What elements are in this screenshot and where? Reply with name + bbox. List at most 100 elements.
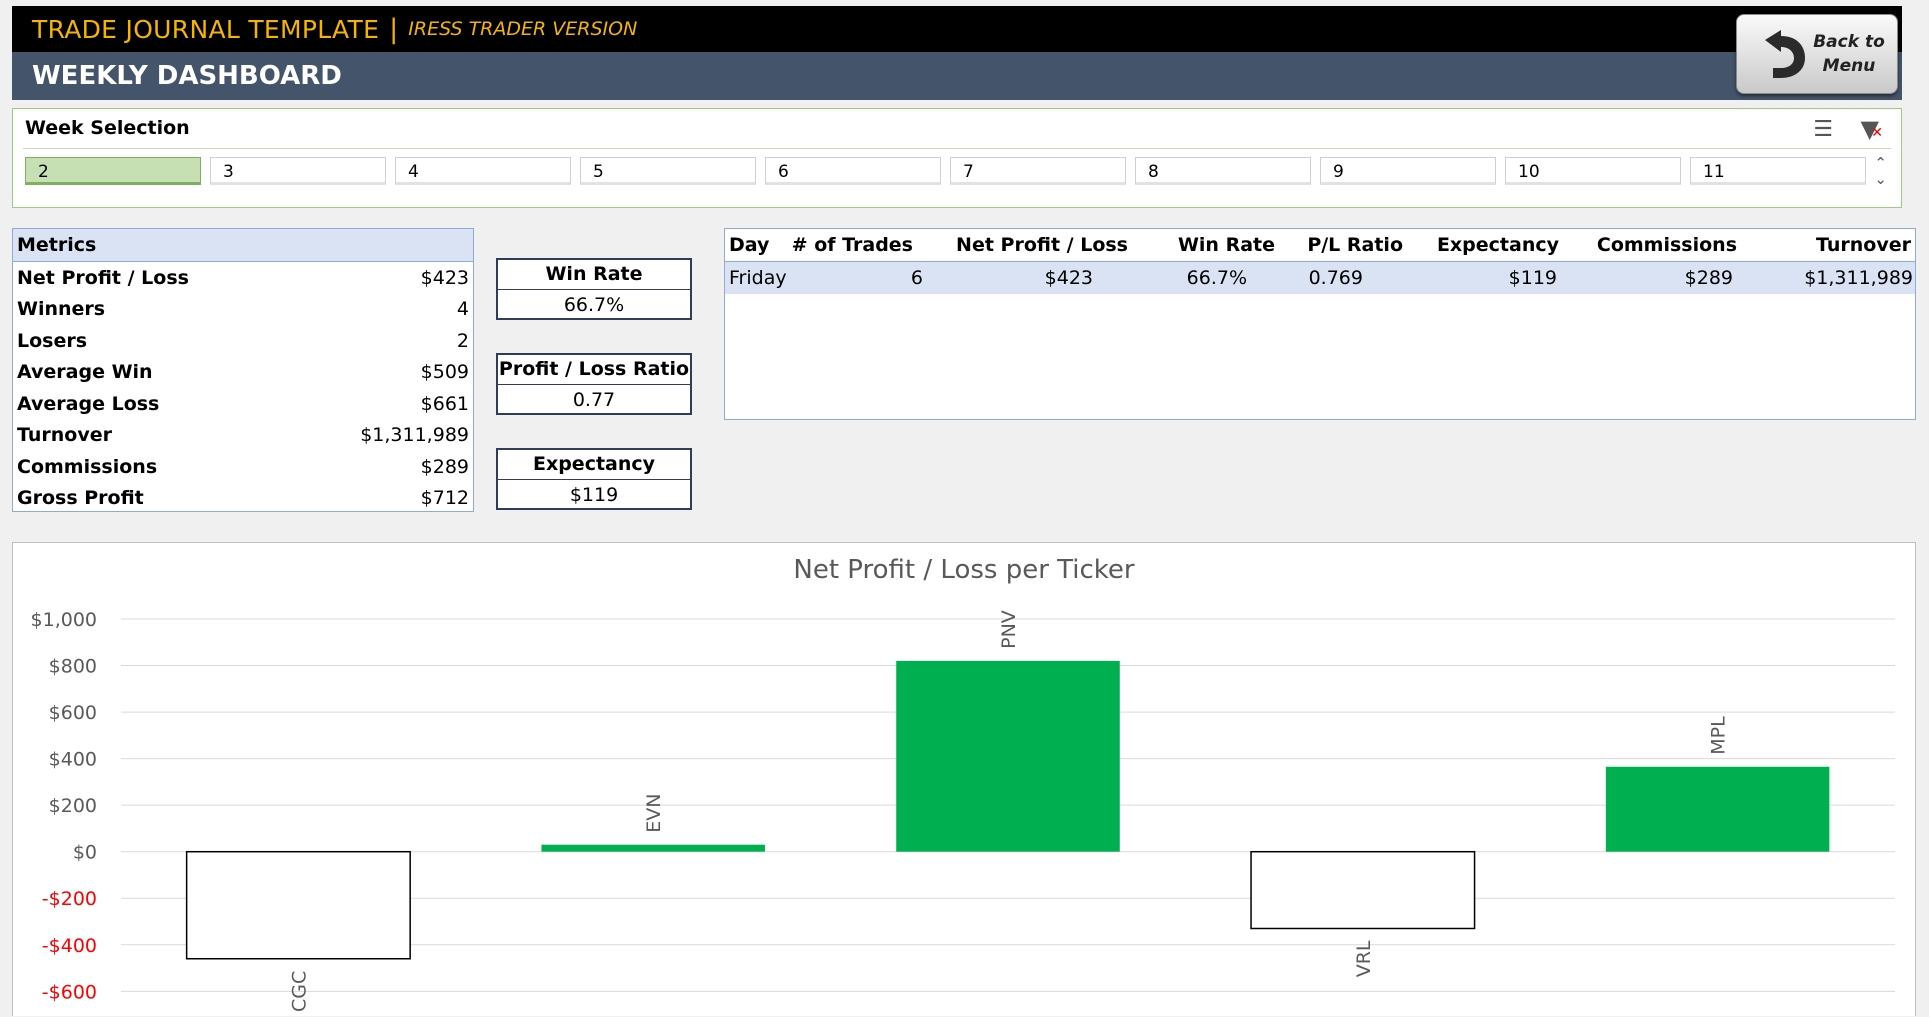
metric-label: Winners [17, 298, 106, 321]
day-table-col-header: Expectancy [1436, 234, 1559, 256]
metric-row: Net Profit / Loss $423 [13, 262, 473, 294]
net-profit-chart: $1,000 $800 $600 $400 $200 $0 -$200 -$400 -$600 C… [31, 609, 1895, 1012]
win-rate-card: Win Rate 66.7% [496, 258, 692, 320]
header-page-bar: WEEKLY DASHBOARD [12, 52, 1902, 100]
clear-filter-icon[interactable]: ▼ ✕ [1861, 115, 1883, 143]
expectancy-label: Expectancy [498, 450, 690, 480]
expectancy-value: $119 [569, 484, 619, 506]
table-cell: $119 [1508, 267, 1557, 289]
back-arrow-icon [1765, 30, 1805, 78]
metric-value: $661 [420, 392, 469, 415]
page-title: WEEKLY DASHBOARD [32, 61, 342, 91]
table-cell: $289 [1684, 267, 1733, 289]
y-tick-label: $200 [49, 795, 97, 817]
metric-value: $423 [420, 266, 469, 289]
metric-value: 2 [456, 329, 469, 352]
table-cell: $423 [1044, 267, 1093, 289]
bar-evn [541, 844, 765, 852]
bar-pnv [896, 660, 1120, 852]
expectancy-card: Expectancy $119 [496, 448, 692, 510]
day-table-col-header: Turnover [1816, 234, 1911, 256]
scroll-up-icon[interactable]: ⌃ [1874, 155, 1887, 171]
table-cell: 66.7% [1186, 267, 1247, 289]
y-tick-label: -$600 [42, 981, 97, 1003]
metric-value: $1,311,989 [360, 424, 469, 447]
back-to-menu-button[interactable]: Back to Menu [1736, 14, 1898, 94]
bar-label: CGC [288, 971, 310, 1012]
bar-vrl [1250, 850, 1476, 930]
y-tick-label: $0 [73, 842, 97, 864]
week-selection-slicer: Week Selection ☰ ▼ ✕ 2 3 4 5 6 7 8 9 10 11 ⌃ ⌄ [12, 108, 1902, 208]
table-cell: $1,311,989 [1804, 267, 1913, 289]
app-subtitle: IRESS TRADER VERSION [408, 18, 638, 40]
metric-row: Gross Profit $712 [13, 483, 473, 515]
table-row: Friday 6 $423 66.7% 0.769 $119 $289 $1,311,989 [725, 262, 1915, 294]
slicer-divider [23, 148, 1891, 149]
metric-row: Commissions $289 [13, 451, 473, 483]
pl-ratio-card: Profit / Loss Ratio 0.77 [496, 353, 692, 415]
day-table-col-header: Commissions [1596, 234, 1737, 256]
table-cell: 0.769 [1308, 267, 1363, 289]
metric-row: Losers 2 [13, 325, 473, 357]
day-table-col-header: # of Trades [791, 234, 913, 256]
week-item-10[interactable]: 10 [1505, 157, 1681, 185]
y-tick-label: $1,000 [31, 609, 97, 631]
y-tick-label: $800 [49, 656, 97, 678]
y-tick-label: $600 [49, 702, 97, 724]
slicer-title: Week Selection [25, 117, 190, 139]
metric-value: $289 [420, 455, 469, 478]
week-item-4[interactable]: 4 [395, 157, 571, 185]
day-summary-table: Day # of Trades Net Profit / Loss Win Rate P… [724, 228, 1916, 420]
week-item-3[interactable]: 3 [210, 157, 386, 185]
bar-label: PNV [998, 610, 1020, 649]
metric-label: Net Profit / Loss [17, 266, 189, 289]
win-rate-label: Win Rate [498, 260, 690, 290]
app-title: TRADE JOURNAL TEMPLATE [32, 14, 380, 44]
metric-value: $509 [420, 361, 469, 384]
slicer-scroll-arrows[interactable]: ⌃ ⌄ [1874, 155, 1887, 187]
metric-row: Average Loss $661 [13, 388, 473, 420]
week-item-6[interactable]: 6 [765, 157, 941, 185]
week-item-11[interactable]: 11 [1690, 157, 1866, 185]
week-item-2[interactable]: 2 [25, 157, 201, 185]
day-table-header: Day # of Trades Net Profit / Loss Win Rate P… [725, 229, 1915, 262]
week-item-9[interactable]: 9 [1320, 157, 1496, 185]
day-table-col-header: Win Rate [1177, 234, 1275, 256]
week-item-7[interactable]: 7 [950, 157, 1126, 185]
metric-label: Losers [17, 329, 88, 352]
bar-mpl [1605, 766, 1830, 852]
scroll-down-icon[interactable]: ⌄ [1874, 171, 1887, 187]
metric-label: Average Loss [17, 392, 160, 415]
bar-label: EVN [643, 794, 665, 833]
metric-label: Commissions [17, 455, 158, 478]
metric-label: Average Win [17, 361, 153, 384]
day-table-col-header: Net Profit / Loss [956, 234, 1128, 256]
back-to-menu-label: Back to Menu [1813, 32, 1885, 76]
week-item-5[interactable]: 5 [580, 157, 756, 185]
metric-value: $712 [420, 487, 469, 510]
win-rate-value: 66.7% [563, 294, 625, 316]
y-tick-label: $400 [49, 749, 97, 771]
metric-value: 4 [456, 298, 469, 321]
bar-cgc [185, 850, 411, 960]
metric-row: Average Win $509 [13, 357, 473, 389]
metric-label: Turnover [17, 424, 112, 447]
chart-container: Net Profit / Loss per Ticker $1,000 $800 $… [12, 542, 1916, 1016]
metric-label: Gross Profit [17, 487, 144, 510]
header-title-bar: TRADE JOURNAL TEMPLATE | IRESS TRADER VE… [12, 6, 1902, 52]
pl-ratio-label: Profit / Loss Ratio [498, 355, 690, 385]
bar-label: VRL [1353, 940, 1375, 977]
week-item-8[interactable]: 8 [1135, 157, 1311, 185]
title-separator: | [389, 13, 399, 45]
bar-label: MPL [1708, 716, 1730, 755]
metric-row: Winners 4 [13, 294, 473, 326]
y-tick-label: -$200 [42, 888, 97, 910]
day-table-col-header: Day [729, 234, 770, 256]
metrics-header: Metrics [13, 229, 473, 262]
metric-row: Turnover $1,311,989 [13, 420, 473, 452]
pl-ratio-value: 0.77 [572, 389, 616, 411]
table-cell: Friday [729, 267, 787, 289]
day-table-col-header: P/L Ratio [1307, 234, 1403, 256]
y-tick-label: -$400 [42, 935, 97, 957]
multi-select-icon[interactable]: ☰ [1813, 117, 1833, 142]
